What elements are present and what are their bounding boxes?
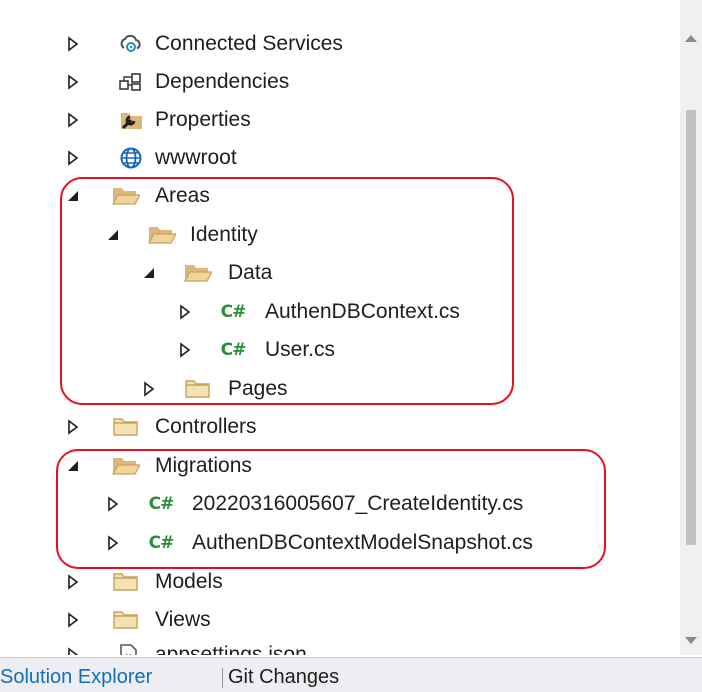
tree-item-authendbcontext[interactable]: C# AuthenDBContext.cs [0,293,680,331]
folder-open-icon [182,260,212,286]
expand-arrow-icon[interactable] [64,149,82,167]
tree-item-label: 20220316005607_CreateIdentity.cs [192,492,524,515]
tree-item-label: Areas [155,184,210,207]
svg-text:{}: {} [123,654,134,655]
folder-open-icon [110,183,140,209]
scrollbar-thumb[interactable] [686,110,696,545]
csharp-file-icon: C# [148,533,175,553]
scroll-up-arrow-icon[interactable] [683,30,699,48]
scroll-down-arrow-icon[interactable] [683,633,699,651]
tree-item-areas[interactable]: Areas [0,177,680,215]
tree-item-controllers[interactable]: Controllers [0,408,680,446]
properties-icon [116,107,146,133]
tree-item-label: Connected Services [155,32,343,55]
tree-item-label: User.cs [265,338,336,361]
tree-item-properties[interactable]: Properties [0,101,680,139]
tab-git-changes[interactable]: Git Changes [228,662,339,692]
connected-services-icon [116,31,146,57]
globe-icon [116,145,146,171]
tree-item-migrations[interactable]: Migrations [0,447,680,485]
collapse-arrow-icon[interactable] [104,226,122,244]
tree-item-models[interactable]: Models [0,563,680,601]
collapse-arrow-icon[interactable] [64,187,82,205]
expand-arrow-icon[interactable] [64,418,82,436]
folder-open-icon [146,222,176,248]
panel-tab-bar: Solution Explorer Git Changes [0,657,702,692]
expand-arrow-icon[interactable] [64,611,82,629]
expand-arrow-icon[interactable] [104,495,122,513]
expand-arrow-icon[interactable] [104,534,122,552]
vertical-scrollbar[interactable] [680,0,702,655]
json-file-icon: {} [113,642,143,655]
tree-item-label: Pages [228,377,288,400]
collapse-arrow-icon[interactable] [64,457,82,475]
tree-item-label: wwwroot [155,146,237,169]
expand-arrow-icon[interactable] [64,73,82,91]
tab-divider [222,668,223,688]
tree-item-label: AuthenDBContext.cs [265,300,460,323]
tree-item-connected-services[interactable]: Connected Services [0,25,680,63]
tree-item-label: Properties [155,108,251,131]
folder-icon [110,607,140,633]
expand-arrow-icon[interactable] [176,341,194,359]
folder-open-icon [110,453,140,479]
tree-item-label: Migrations [155,454,252,477]
folder-icon [182,376,212,402]
tree-item-label: Dependencies [155,70,290,93]
csharp-file-icon: C# [148,494,175,514]
tree-item-appsettings[interactable]: {} appsettings.json [0,636,680,655]
expand-arrow-icon[interactable] [176,303,194,321]
tree-item-model-snapshot[interactable]: C# AuthenDBContextModelSnapshot.cs [0,524,680,562]
tree-item-label: Models [155,570,223,593]
tree-item-label: Data [228,261,273,284]
tree-item-label: Identity [190,223,258,246]
tree-item-wwwroot[interactable]: wwwroot [0,139,680,177]
collapse-arrow-icon[interactable] [140,264,158,282]
tree-item-identity[interactable]: Identity [0,216,680,254]
tree-item-label: AuthenDBContextModelSnapshot.cs [192,531,533,554]
tab-solution-explorer[interactable]: Solution Explorer [0,662,152,692]
expand-arrow-icon[interactable] [64,111,82,129]
expand-arrow-icon[interactable] [64,573,82,591]
expand-arrow-icon[interactable] [64,646,82,655]
tree-item-label: appsettings.json [155,643,307,655]
csharp-file-icon: C# [220,302,247,322]
dependencies-icon [116,69,146,95]
folder-icon [110,414,140,440]
csharp-file-icon: C# [220,340,247,360]
solution-explorer-tree: Connected Services Dependencies Properti… [0,0,680,655]
tree-item-create-identity[interactable]: C# 20220316005607_CreateIdentity.cs [0,485,680,523]
tree-item-label: Controllers [155,415,257,438]
tree-item-label: Views [155,608,211,631]
expand-arrow-icon[interactable] [140,380,158,398]
tree-item-data[interactable]: Data [0,254,680,292]
tree-item-user[interactable]: C# User.cs [0,331,680,369]
tree-item-dependencies[interactable]: Dependencies [0,63,680,101]
expand-arrow-icon[interactable] [64,35,82,53]
tree-item-views[interactable]: Views [0,601,680,639]
tree-item-pages[interactable]: Pages [0,370,680,408]
folder-icon [110,569,140,595]
